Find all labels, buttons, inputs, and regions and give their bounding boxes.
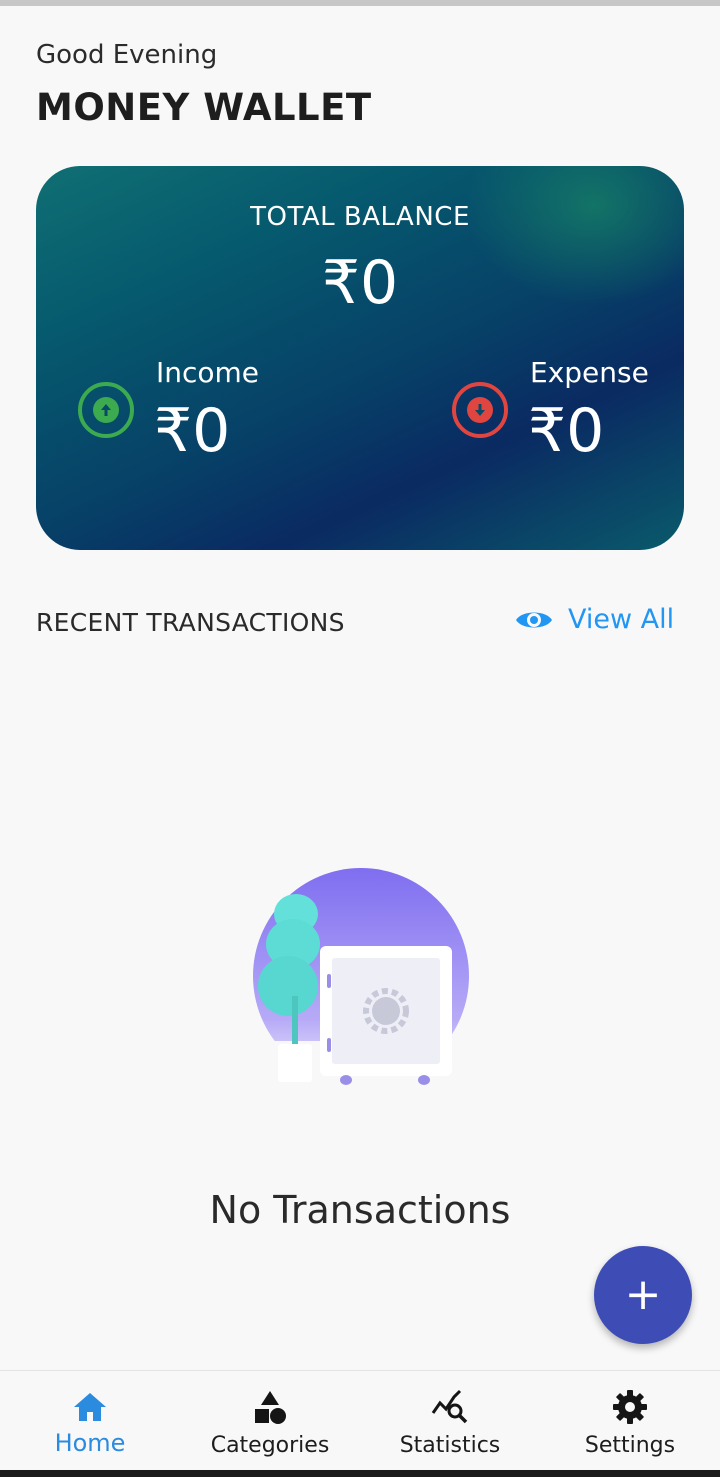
safe-illustration: [246, 868, 476, 1096]
app-title: MONEY WALLET: [36, 86, 372, 129]
nav-label-statistics: Statistics: [399, 1433, 501, 1458]
balance-card: TOTAL BALANCE ₹0 Income ₹0 Expense ₹0: [36, 166, 684, 550]
nav-item-settings[interactable]: Settings: [540, 1371, 720, 1477]
view-all-button[interactable]: View All: [514, 604, 674, 635]
home-icon: [74, 1393, 106, 1421]
bottom-navigation: Home Categories Statistics Settings: [0, 1370, 720, 1477]
view-all-label: View All: [568, 604, 675, 635]
no-transactions-text: No Transactions: [209, 1188, 511, 1232]
nav-item-statistics[interactable]: Statistics: [360, 1371, 540, 1477]
nav-label-home: Home: [54, 1429, 126, 1457]
expense-amount: ₹0: [528, 396, 605, 466]
income-label: Income: [156, 356, 260, 389]
nav-item-categories[interactable]: Categories: [180, 1371, 360, 1477]
expense-label: Expense: [530, 356, 649, 389]
status-bar-strip: [0, 0, 720, 6]
gear-icon: [613, 1390, 647, 1424]
add-transaction-button[interactable]: +: [594, 1246, 692, 1344]
total-balance-label: TOTAL BALANCE: [250, 202, 470, 232]
nav-item-home[interactable]: Home: [0, 1371, 180, 1477]
total-balance-amount: ₹0: [321, 248, 399, 318]
plus-icon: +: [624, 1269, 662, 1320]
nav-label-settings: Settings: [584, 1433, 676, 1458]
arrow-up-circle-icon: [78, 382, 134, 438]
shapes-icon: [255, 1391, 286, 1424]
nav-label-categories: Categories: [210, 1433, 330, 1458]
analytics-icon: [431, 1389, 468, 1424]
arrow-down-circle-icon: [452, 382, 508, 438]
recent-transactions-title: RECENT TRANSACTIONS: [36, 608, 345, 637]
greeting-text: Good Evening: [36, 40, 218, 70]
income-amount: ₹0: [154, 396, 231, 466]
system-bar: [0, 1470, 720, 1477]
eye-icon: [516, 612, 552, 627]
